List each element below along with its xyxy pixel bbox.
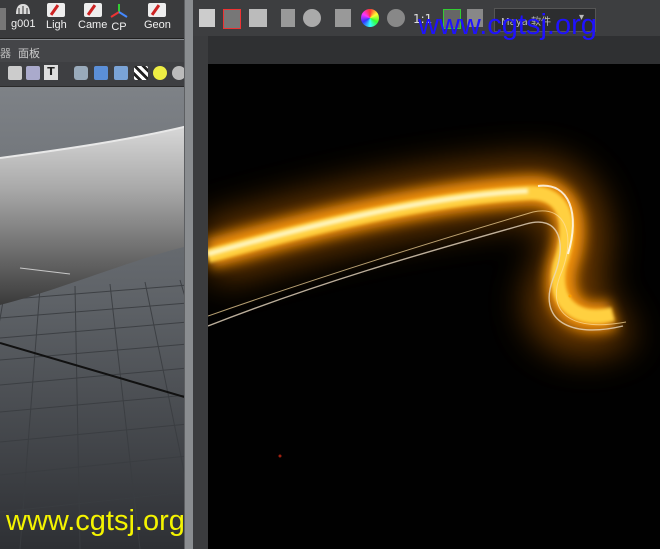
render-frame-gutter	[193, 36, 208, 549]
color-channel-icon[interactable]	[361, 9, 379, 27]
menu-fragment[interactable]: 器	[0, 45, 11, 61]
render-icon[interactable]	[199, 9, 215, 27]
smooth-shade-icon[interactable]	[26, 66, 40, 80]
menu-panels[interactable]: 面板	[18, 45, 40, 61]
cube-icon[interactable]	[74, 66, 88, 80]
watermark-top: www.cgtsj.org	[418, 9, 597, 41]
panel-menu-bar: 器 面板	[0, 40, 188, 62]
refresh-icon[interactable]	[303, 9, 321, 27]
shelf-button-geom[interactable]: Geon	[144, 3, 171, 35]
rendered-image	[208, 64, 660, 549]
shelf-handle[interactable]	[0, 8, 6, 30]
watermark-bottom: www.cgtsj.org	[6, 505, 185, 537]
shelf-button-light[interactable]: Ligh	[46, 3, 67, 35]
pencil-icon	[47, 3, 66, 17]
text-icon[interactable]: T	[44, 65, 58, 80]
alpha-channel-icon[interactable]	[387, 9, 405, 27]
light-icon[interactable]	[153, 66, 167, 80]
textured-cube-icon[interactable]	[114, 66, 128, 80]
checker-icon[interactable]	[134, 66, 148, 80]
snapshot-icon[interactable]	[249, 9, 267, 27]
render-region-icon[interactable]	[223, 9, 241, 29]
shaded-cube-icon[interactable]	[94, 66, 108, 80]
panel-toolbar: T	[0, 62, 188, 87]
ipr-icon[interactable]	[281, 9, 295, 27]
pencil-icon	[83, 3, 102, 17]
ipr-render-icon[interactable]	[335, 9, 351, 27]
shelf-bar: g001 Ligh Came CP Geon	[0, 0, 188, 39]
glowing-ribbon	[208, 158, 635, 458]
shelf-label-g001: g001	[11, 18, 36, 30]
wireframe-icon[interactable]	[8, 66, 22, 80]
shelf-button-camera[interactable]: Came	[78, 3, 107, 35]
pencil-icon	[148, 3, 167, 17]
shelf-button-cp[interactable]: CP	[108, 3, 130, 35]
helmet-icon[interactable]	[14, 2, 32, 16]
axis-icon	[110, 4, 128, 18]
